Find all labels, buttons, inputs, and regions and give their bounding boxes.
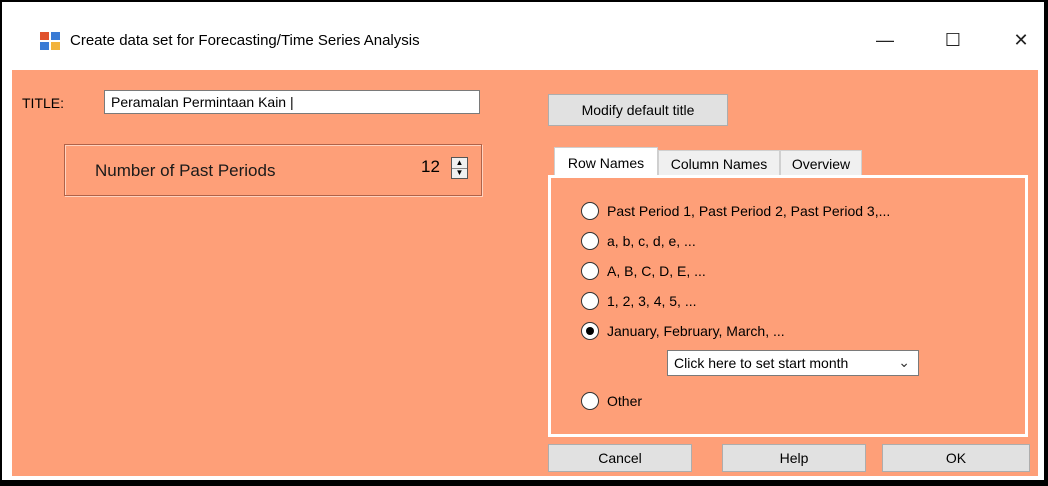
row-names-panel: Past Period 1, Past Period 2, Past Perio… — [548, 175, 1028, 437]
minimize-icon: — — [876, 29, 894, 50]
spin-down-icon[interactable]: ▼ — [452, 167, 467, 179]
window-title: Create data set for Forecasting/Time Ser… — [70, 32, 420, 49]
title-bar[interactable]: Create data set for Forecasting/Time Ser… — [10, 10, 1042, 62]
start-month-placeholder: Click here to set start month — [674, 355, 849, 371]
tab-row-names[interactable]: Row Names — [554, 147, 658, 177]
modify-default-title-button[interactable]: Modify default title — [548, 94, 728, 126]
tab-overview[interactable]: Overview — [780, 150, 862, 176]
radio-past-period[interactable]: Past Period 1, Past Period 2, Past Perio… — [581, 202, 890, 220]
radio-other[interactable]: Other — [581, 392, 642, 410]
radio-lowercase-letters[interactable]: a, b, c, d, e, ... — [581, 232, 696, 250]
radio-selected-icon[interactable] — [581, 322, 599, 340]
title-input[interactable] — [104, 90, 480, 114]
radio-months[interactable]: January, February, March, ... — [581, 322, 785, 340]
maximize-button[interactable]: ☐ — [930, 24, 976, 56]
radio-button-icon[interactable] — [581, 202, 599, 220]
start-month-dropdown[interactable]: Click here to set start month ⌄ — [667, 350, 919, 376]
past-periods-label: Number of Past Periods — [95, 161, 276, 180]
radio-label: Past Period 1, Past Period 2, Past Perio… — [607, 203, 891, 219]
radio-button-icon[interactable] — [581, 392, 599, 410]
radio-button-icon[interactable] — [581, 232, 599, 250]
dialog-window: Create data set for Forecasting/Time Ser… — [10, 10, 1042, 480]
ok-button[interactable]: OK — [882, 444, 1030, 472]
radio-label: 1, 2, 3, 4, 5, ... — [607, 293, 697, 309]
cancel-button[interactable]: Cancel — [548, 444, 692, 472]
radio-button-icon[interactable] — [581, 292, 599, 310]
past-periods-value[interactable]: 12 — [421, 157, 440, 177]
maximize-icon: ☐ — [944, 29, 962, 50]
close-button[interactable]: ✕ — [998, 24, 1044, 56]
radio-label: January, February, March, ... — [607, 323, 785, 339]
radio-label: A, B, C, D, E, ... — [607, 263, 706, 279]
past-periods-stepper[interactable]: ▲ ▼ — [451, 157, 468, 179]
dialog-client-area: TITLE: Number of Past Periods 12 ▲ ▼ Mod… — [12, 70, 1038, 476]
spin-up-icon[interactable]: ▲ — [452, 158, 467, 168]
radio-button-icon[interactable] — [581, 262, 599, 280]
help-button[interactable]: Help — [722, 444, 866, 472]
radio-label: a, b, c, d, e, ... — [607, 233, 696, 249]
radio-numbers[interactable]: 1, 2, 3, 4, 5, ... — [581, 292, 697, 310]
tab-column-names[interactable]: Column Names — [658, 150, 780, 176]
close-icon: ✕ — [1013, 29, 1029, 50]
chevron-down-icon: ⌄ — [898, 354, 910, 370]
radio-label: Other — [607, 393, 643, 409]
app-icon — [40, 32, 60, 50]
radio-uppercase-letters[interactable]: A, B, C, D, E, ... — [581, 262, 706, 280]
minimize-button[interactable]: — — [862, 24, 908, 56]
title-label: TITLE: — [22, 95, 65, 111]
past-periods-group: Number of Past Periods 12 ▲ ▼ — [64, 144, 482, 196]
screenshot-frame: Create data set for Forecasting/Time Ser… — [0, 0, 1048, 486]
